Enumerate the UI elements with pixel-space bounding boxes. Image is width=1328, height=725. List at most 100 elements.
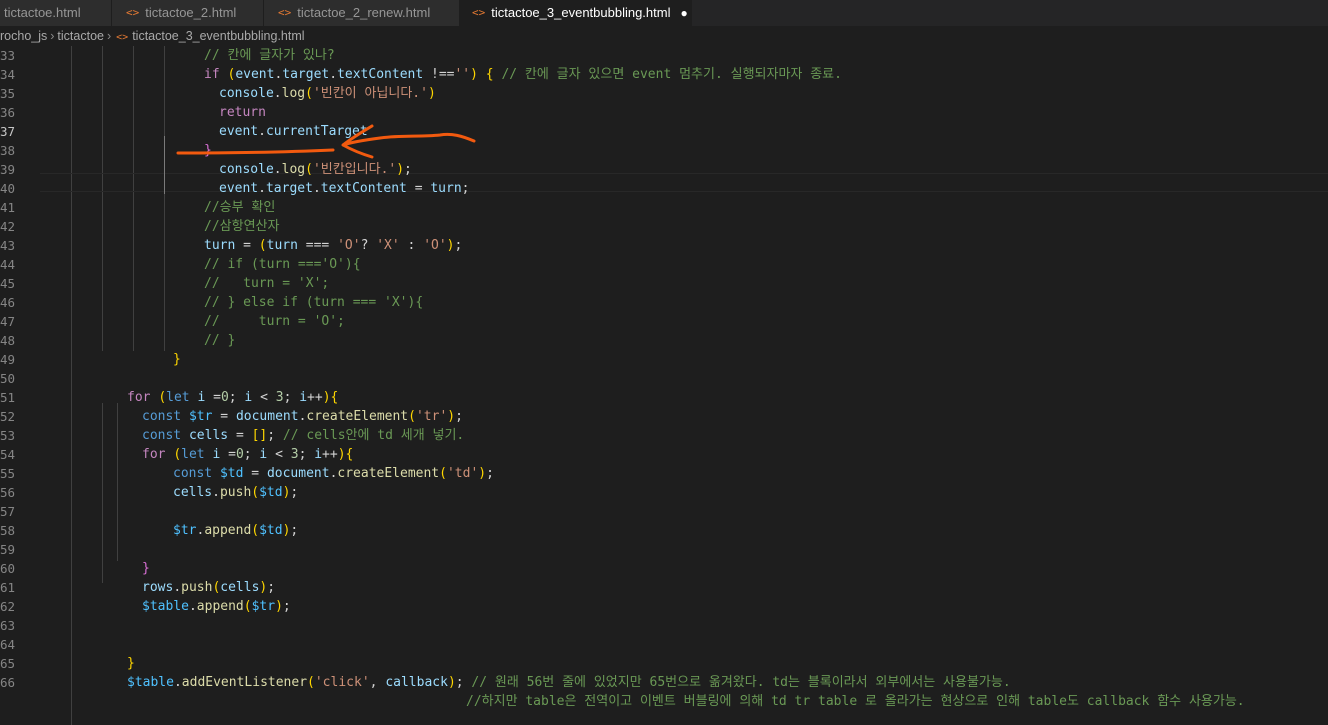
line-number: 34: [0, 67, 16, 82]
line-number: 51: [0, 390, 16, 405]
tab-label: tictactoe_2_renew.html: [297, 5, 431, 20]
line-number: 54: [0, 447, 16, 462]
code-text: //하지만 table은 전역이고 이벤트 버블링에 의해 td tr tabl…: [466, 694, 1245, 709]
line-number: 36: [0, 105, 16, 120]
line-number: 52: [0, 409, 16, 424]
code-text: $tr.append($td);: [173, 523, 299, 538]
code-line[interactable]: 36 return: [0, 103, 1328, 122]
tab-label: tictactoe.html: [4, 5, 81, 20]
chevron-right-icon: ›: [50, 29, 55, 43]
line-number: 38: [0, 143, 16, 158]
line-number: 60: [0, 561, 16, 576]
code-text: event.currentTarget: [219, 124, 368, 139]
code-text: const $tr = document.createElement('tr')…: [142, 409, 463, 424]
code-text: // } else if (turn === 'X'){: [204, 295, 424, 310]
code-line[interactable]: 42 //삼항연산자: [0, 217, 1328, 236]
code-text: for (let i =0; i < 3; i++){: [127, 390, 339, 405]
code-line[interactable]: 55 const $td = document.createElement('td…: [0, 464, 1328, 483]
code-line[interactable]: 61 rows.push(cells);: [0, 578, 1328, 597]
code-line[interactable]: 48 // }: [0, 331, 1328, 350]
code-text: }: [127, 656, 135, 671]
line-number: 49: [0, 352, 16, 367]
code-line[interactable]: 52 const $tr = document.createElement('tr…: [0, 407, 1328, 426]
code-text: // turn = 'O';: [204, 314, 345, 329]
line-number: 46: [0, 295, 16, 310]
code-line[interactable]: 37 event.currentTarget: [0, 122, 1328, 141]
code-text: rows.push(cells);: [142, 580, 276, 595]
html-file-icon: <>: [116, 32, 129, 43]
code-text: // turn = 'X';: [204, 276, 330, 291]
tab-label: tictactoe_3_eventbubbling.html: [491, 5, 671, 20]
line-number: 44: [0, 257, 16, 272]
code-text: return: [219, 105, 266, 120]
breadcrumb: rocho_js › tictactoe › <> tictactoe_3_eventbu…: [0, 26, 1328, 46]
code-line[interactable]: 43 turn = (turn === 'O'? 'X' : 'O');: [0, 236, 1328, 255]
line-number: 43: [0, 238, 16, 253]
html-file-icon: <>: [126, 6, 140, 19]
code-line[interactable]: 64: [0, 635, 1328, 654]
breadcrumb-item[interactable]: tictactoe_3_eventbubbling.html: [132, 29, 304, 43]
code-line[interactable]: 33 // 칸에 글자가 있나?: [0, 46, 1328, 65]
tab-tictactoe-2-renew[interactable]: <> tictactoe_2_renew.html: [264, 0, 460, 26]
line-number: 59: [0, 542, 16, 557]
code-text: if (event.target.textContent !=='') { //…: [204, 67, 842, 82]
breadcrumb-item[interactable]: tictactoe: [57, 29, 104, 43]
line-number: 62: [0, 599, 16, 614]
unsaved-dot-icon[interactable]: ●: [680, 0, 687, 26]
code-line[interactable]: 60}: [0, 559, 1328, 578]
code-line[interactable]: 44 // if (turn ==='O'){: [0, 255, 1328, 274]
code-line[interactable]: 66 $table.addEventListener('click', callb…: [0, 673, 1328, 692]
code-line[interactable]: 57: [0, 502, 1328, 521]
line-number: 42: [0, 219, 16, 234]
code-line[interactable]: 34 if (event.target.textContent !=='') { …: [0, 65, 1328, 84]
line-number: 45: [0, 276, 16, 291]
code-line[interactable]: 50: [0, 369, 1328, 388]
code-text: turn = (turn === 'O'? 'X' : 'O');: [204, 238, 463, 253]
tab-tictactoe-2[interactable]: <> tictactoe_2.html: [112, 0, 264, 26]
code-line[interactable]: 63: [0, 616, 1328, 635]
line-number: 37: [0, 124, 16, 139]
code-line[interactable]: 62 $table.append($tr);: [0, 597, 1328, 616]
line-number: 58: [0, 523, 16, 538]
tab-label: tictactoe_2.html: [145, 5, 237, 20]
code-text: console.log('빈칸이 아닙니다.'): [219, 86, 436, 101]
code-line[interactable]: 45 // turn = 'X';: [0, 274, 1328, 293]
code-line[interactable]: 40 event.target.textContent = turn;: [0, 179, 1328, 198]
code-editor[interactable]: 33 // 칸에 글자가 있나? 34 if (event.target.textCo…: [0, 46, 1328, 725]
line-number: 50: [0, 371, 16, 386]
code-line[interactable]: 41 //승부 확인: [0, 198, 1328, 217]
chevron-right-icon: ›: [106, 29, 112, 43]
tab-tictactoe-3-eventbubbling[interactable]: <> tictactoe_3_eventbubbling.html ●: [460, 0, 692, 26]
line-number: 65: [0, 656, 16, 671]
code-line[interactable]: 54 for (let i =0; i < 3; i++){: [0, 445, 1328, 464]
code-line[interactable]: 49}: [0, 350, 1328, 369]
line-number: 55: [0, 466, 16, 481]
code-line[interactable]: 51 for (let i =0; i < 3; i++){: [0, 388, 1328, 407]
breadcrumb-item[interactable]: rocho_js: [0, 29, 47, 43]
line-number: 57: [0, 504, 16, 519]
code-text: console.log('빈칸입니다.');: [219, 162, 412, 177]
code-line[interactable]: 47 // turn = 'O';: [0, 312, 1328, 331]
code-line[interactable]: 56 cells.push($td);: [0, 483, 1328, 502]
code-line[interactable]: 35 console.log('빈칸이 아닙니다.'): [0, 84, 1328, 103]
line-number: 47: [0, 314, 16, 329]
line-number: 39: [0, 162, 16, 177]
line-number: 40: [0, 181, 16, 196]
code-line[interactable]: 65}: [0, 654, 1328, 673]
code-text: const cells = []; // cells안에 td 세개 넣기.: [142, 428, 465, 443]
code-text: }: [204, 143, 212, 158]
code-line[interactable]: 53 const cells = []; // cells안에 td 세개 넣기.: [0, 426, 1328, 445]
code-text: cells.push($td);: [173, 485, 299, 500]
line-number: 35: [0, 86, 16, 101]
code-text: for (let i =0; i < 3; i++){: [142, 447, 354, 462]
tab-tictactoe[interactable]: tictactoe.html: [0, 0, 112, 26]
code-line[interactable]: 59: [0, 540, 1328, 559]
code-line[interactable]: 46 // } else if (turn === 'X'){: [0, 293, 1328, 312]
code-text: //삼항연산자: [204, 219, 280, 234]
html-file-icon: <>: [472, 6, 486, 19]
code-line[interactable]: 39 console.log('빈칸입니다.');: [0, 160, 1328, 179]
code-line[interactable]: 58 $tr.append($td);: [0, 521, 1328, 540]
code-line[interactable]: 38}: [0, 141, 1328, 160]
code-text: $table.append($tr);: [142, 599, 291, 614]
code-line[interactable]: //하지만 table은 전역이고 이벤트 버블링에 의해 td tr tabl…: [0, 692, 1328, 711]
